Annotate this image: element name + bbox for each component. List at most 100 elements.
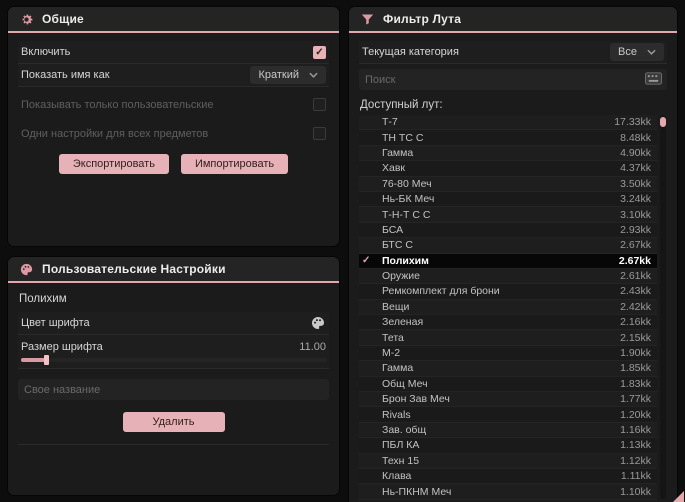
loot-item-value: 1.90kk — [620, 347, 651, 360]
chevron-down-icon — [309, 72, 318, 78]
palette-icon — [19, 262, 34, 277]
loot-item-row[interactable]: ПБЛ КА 1.13kk — [359, 438, 657, 454]
mod-settings-window: Общие Включить ✓ Показать имя как Кратки… — [0, 0, 685, 502]
loot-item-row[interactable]: БСА 2.93kk — [359, 222, 657, 239]
loot-item-value: 1.11kk — [620, 470, 651, 483]
loot-item-name: Общ Меч — [382, 377, 428, 390]
gear-icon — [19, 12, 34, 27]
panel-loot-filter-title: Фильтр Лута — [383, 12, 462, 26]
export-button[interactable]: Экспортировать — [58, 154, 169, 174]
loot-item-row[interactable]: Т-7 17.33kk — [359, 115, 657, 131]
loot-item-value: 2.15kk — [620, 331, 651, 344]
panel-general-title: Общие — [42, 12, 84, 26]
same-settings-checkbox[interactable] — [313, 127, 326, 140]
panel-user-settings-body: Полихим Цвет шрифта Размер шрифта 11.00 — [8, 283, 339, 495]
loot-item-row[interactable]: Общ Меч 1.83kk — [359, 376, 657, 393]
loot-item-row[interactable]: Ремкомплект для брони 2.43kk — [359, 284, 657, 300]
loot-list-label: Доступный лут: — [360, 99, 443, 111]
loot-item-value: 3.10kk — [620, 208, 651, 221]
loot-item-name: Гамма — [382, 146, 414, 159]
loot-item-name: Клава — [382, 470, 412, 483]
loot-item-value: 1.20kk — [620, 408, 651, 421]
keyboard-icon[interactable] — [645, 72, 662, 85]
loot-item-value: 4.37kk — [620, 162, 651, 175]
loot-item-row[interactable]: Гамма 4.90kk — [359, 145, 657, 162]
custom-name-row — [18, 379, 329, 400]
name-format-dropdown[interactable]: Краткий — [250, 66, 326, 84]
loot-item-row[interactable]: Техн 15 1.12kk — [359, 453, 657, 469]
loot-item-value: 2.67kk — [618, 254, 651, 267]
panel-loot-filter-header: Фильтр Лута — [349, 7, 677, 33]
loot-item-value: 1.12kk — [620, 454, 651, 467]
loot-item-row[interactable]: Зав. общ 1.16kk — [359, 422, 657, 439]
loot-item-value: 2.61kk — [620, 270, 651, 283]
loot-item-row[interactable]: ✓ Полихим 2.67kk — [359, 253, 657, 269]
loot-item-value: 1.13kk — [620, 439, 651, 452]
funnel-icon — [360, 12, 375, 27]
loot-item-row[interactable]: ТН ТС С 8.48kk — [359, 130, 657, 146]
custom-name-input[interactable] — [18, 379, 329, 400]
scrollbar-thumb[interactable] — [660, 117, 666, 127]
export-import-row: Экспортировать Импортировать — [18, 154, 329, 174]
font-size-slider[interactable] — [21, 355, 327, 365]
only-custom-checkbox[interactable] — [313, 98, 326, 111]
loot-item-row[interactable]: Зеленая 2.16kk — [359, 315, 657, 331]
loot-item-row[interactable]: Т-Н-Т С С 3.10kk — [359, 207, 657, 223]
panel-user-settings-header: Пользовательские Настройки — [8, 257, 339, 283]
scrollbar[interactable] — [660, 115, 666, 499]
loot-item-value: 2.16kk — [620, 316, 651, 329]
loot-item-row[interactable]: Нь-БК Меч 3.24kk — [359, 191, 657, 208]
color-picker-icon[interactable] — [310, 315, 326, 331]
loot-item-name: Хавк — [382, 162, 406, 175]
name-format-value: Краткий — [258, 69, 299, 81]
chevron-down-icon — [647, 49, 656, 55]
loot-item-row[interactable]: Хавк 4.37kk — [359, 161, 657, 177]
loot-item-value: 4.90kk — [620, 146, 651, 159]
loot-item-row[interactable]: Гамма 1.85kk — [359, 361, 657, 377]
panel-user-settings: Пользовательские Настройки Полихим Цвет … — [7, 256, 340, 496]
only-custom-label: Показывать только пользовательские — [21, 98, 214, 111]
import-button[interactable]: Импортировать — [180, 154, 289, 174]
loot-list: Т-7 17.33kk ТН ТС С 8.48kk Гамма 4.90kk … — [359, 115, 657, 501]
divider — [18, 444, 329, 445]
category-value: Все — [618, 46, 637, 58]
loot-item-name: БСА — [382, 223, 404, 236]
loot-item-value: 2.42kk — [620, 300, 651, 313]
loot-item-name: Вещи — [382, 300, 410, 313]
loot-item-value: 1.77kk — [620, 393, 651, 406]
loot-item-row[interactable]: Брон Зав Меч 1.77kk — [359, 392, 657, 408]
loot-item-name: Техн 15 — [382, 454, 420, 467]
enable-checkbox[interactable]: ✓ — [313, 45, 326, 59]
loot-item-value: 1.16kk — [620, 424, 651, 436]
loot-item-value: 3.50kk — [620, 177, 651, 190]
loot-item-row[interactable]: М-2 1.90kk — [359, 345, 657, 362]
loot-item-row[interactable]: Вещи 2.42kk — [359, 299, 657, 316]
loot-item-row[interactable]: Оружие 2.61kk — [359, 268, 657, 285]
loot-item-value: 2.43kk — [620, 285, 651, 298]
loot-item-name: Зав. общ — [382, 424, 427, 436]
loot-item-row[interactable]: Тета 2.15kk — [359, 330, 657, 346]
loot-item-name: Полихим — [382, 254, 429, 267]
slider-handle[interactable] — [44, 355, 49, 365]
loot-item-name: Брон Зав Меч — [382, 393, 450, 406]
loot-item-row[interactable]: БТС С 2.67kk — [359, 238, 657, 254]
delete-button[interactable]: Удалить — [122, 412, 225, 432]
loot-item-row[interactable]: Нь-ПКНМ Меч 1.10kk — [359, 484, 657, 500]
panel-loot-filter: Фильтр Лута Текущая категория Все Доступ… — [348, 6, 678, 502]
category-dropdown[interactable]: Все — [610, 43, 664, 61]
loot-item-value: 2.67kk — [620, 239, 651, 252]
loot-item-name: Rivals — [382, 408, 411, 421]
loot-item-row[interactable]: Rivals 1.20kk — [359, 407, 657, 423]
loot-item-value: 2.93kk — [620, 223, 651, 236]
search-input[interactable] — [359, 69, 667, 90]
loot-item-name: 76-80 Меч — [382, 177, 432, 190]
loot-item-row[interactable]: Клава 1.11kk — [359, 468, 657, 485]
loot-item-row[interactable]: 76-80 Меч 3.50kk — [359, 176, 657, 192]
font-color-row: Цвет шрифта — [18, 312, 329, 335]
loot-item-value: 8.48kk — [620, 131, 651, 144]
loot-item-name: Т-Н-Т С С — [382, 208, 431, 221]
loot-item-name: Ремкомплект для брони — [382, 285, 500, 298]
category-row: Текущая категория Все — [359, 41, 667, 64]
resize-grip[interactable] — [673, 491, 684, 502]
loot-item-name: Т-7 — [382, 116, 398, 129]
